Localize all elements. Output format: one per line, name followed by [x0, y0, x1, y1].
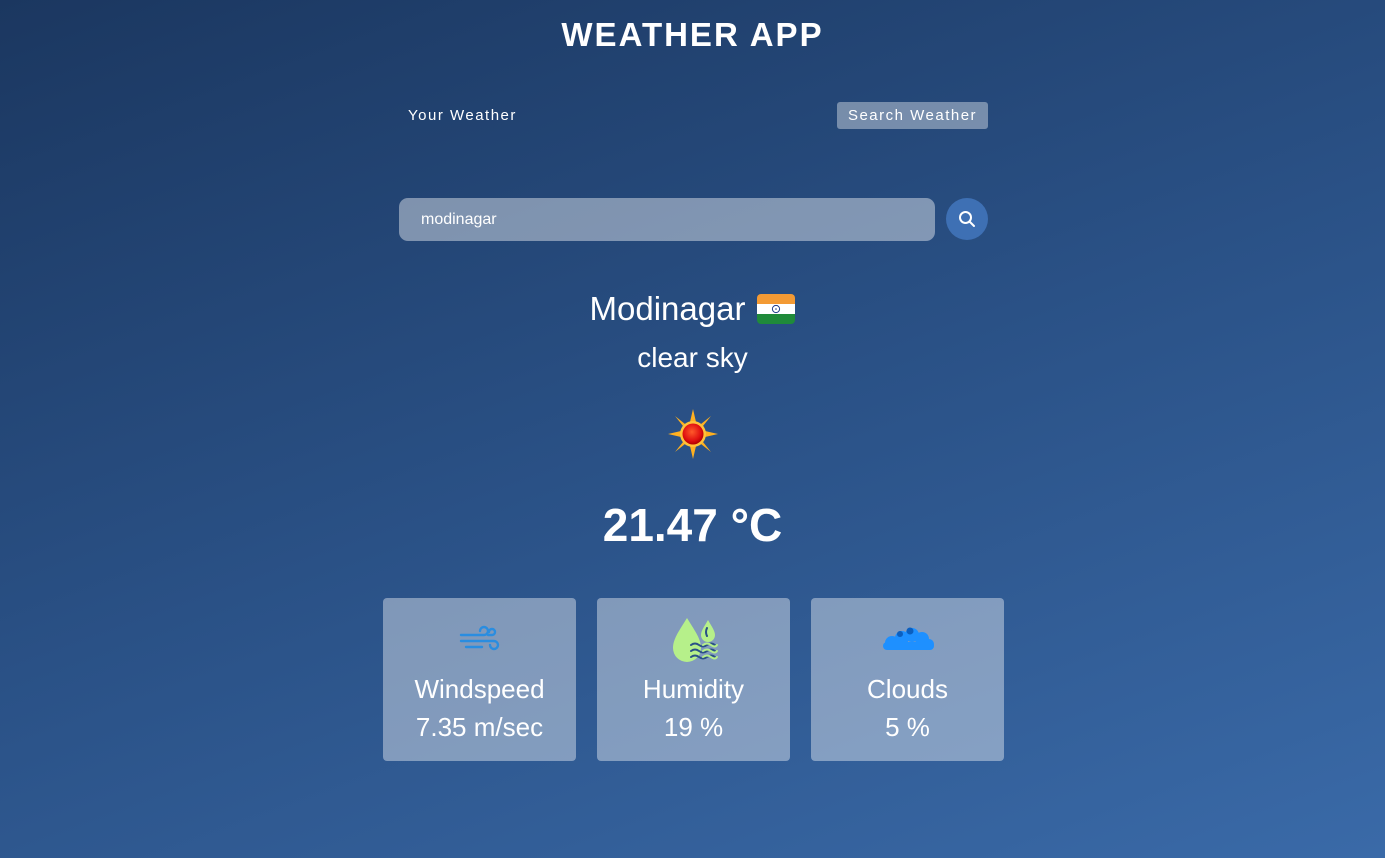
windspeed-card: Windspeed 7.35 m/sec: [383, 598, 576, 761]
clouds-icon: [882, 627, 934, 650]
humidity-icon: [672, 618, 718, 662]
india-flag-icon: [757, 294, 796, 324]
city-name: Modinagar: [589, 290, 746, 327]
app-title: WEATHER APP: [561, 16, 824, 53]
windspeed-label: Windspeed: [414, 674, 545, 704]
sun-icon: [668, 409, 718, 459]
search-icon: [959, 211, 975, 227]
temperature: 21.47 °C: [602, 499, 783, 551]
humidity-label: Humidity: [642, 674, 745, 704]
humidity-value: 19 %: [663, 712, 724, 742]
humidity-card: Humidity 19 %: [597, 598, 790, 761]
windspeed-value: 7.35 m/sec: [415, 712, 544, 742]
search-input[interactable]: [399, 198, 935, 241]
tab-your-weather[interactable]: Your Weather: [398, 102, 527, 129]
clouds-card: Clouds 5 %: [811, 598, 1004, 761]
weather-condition: clear sky: [637, 342, 748, 373]
clouds-label: Clouds: [867, 674, 948, 704]
tab-search-weather[interactable]: Search Weather: [837, 102, 988, 129]
wind-icon: [459, 625, 499, 651]
clouds-value: 5 %: [885, 712, 930, 742]
search-button[interactable]: [946, 198, 988, 240]
location-header: Modinagar: [0, 290, 1385, 328]
